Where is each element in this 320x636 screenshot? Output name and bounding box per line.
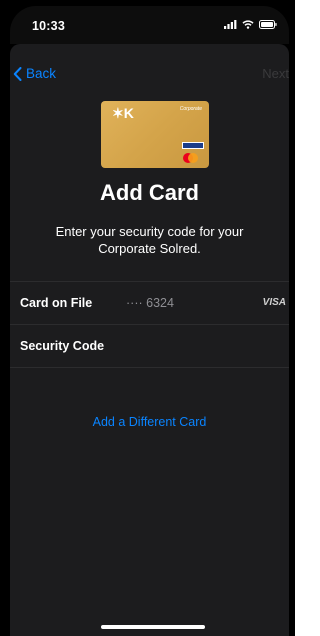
- page-subtitle: Enter your security code for your Corpor…: [55, 224, 244, 256]
- security-code-label: Security Code: [20, 339, 105, 353]
- page-title: Add Card: [100, 180, 199, 205]
- chevron-left-icon: [13, 66, 22, 81]
- visa-logo: VISA: [262, 297, 286, 308]
- status-icons: [224, 20, 277, 29]
- add-card-sheet: Back Next ✶K Corporate Add Card Enter yo…: [10, 44, 289, 636]
- card-image: ✶K Corporate: [101, 101, 209, 168]
- bank-logo-icon: ✶K: [112, 105, 134, 121]
- wifi-icon: [242, 20, 254, 29]
- battery-icon: [259, 20, 277, 29]
- next-button[interactable]: Next: [262, 66, 289, 81]
- row-divider: [10, 367, 289, 368]
- screen: 10:33 Back Next ✶K Corporate Add Card En…: [10, 6, 289, 636]
- mastercard-icon: [183, 153, 198, 163]
- signal-icon: [224, 20, 237, 29]
- home-indicator[interactable]: [101, 625, 205, 629]
- phone-frame: 10:33 Back Next ✶K Corporate Add Card En…: [0, 0, 295, 636]
- card-brand-label: Corporate: [179, 106, 202, 112]
- status-bar: 10:33: [10, 6, 289, 44]
- card-on-file-row: Card on File ···· 6324 VISA: [10, 281, 289, 324]
- status-time: 10:33: [32, 19, 65, 33]
- security-code-row[interactable]: Security Code: [10, 324, 289, 367]
- back-button[interactable]: Back: [13, 66, 56, 81]
- add-different-card-link[interactable]: Add a Different Card: [10, 415, 289, 429]
- back-label: Back: [26, 66, 57, 81]
- card-on-file-label: Card on File: [20, 296, 93, 310]
- card-badge: [182, 142, 204, 149]
- card-number-masked: ···· 6324: [126, 296, 174, 310]
